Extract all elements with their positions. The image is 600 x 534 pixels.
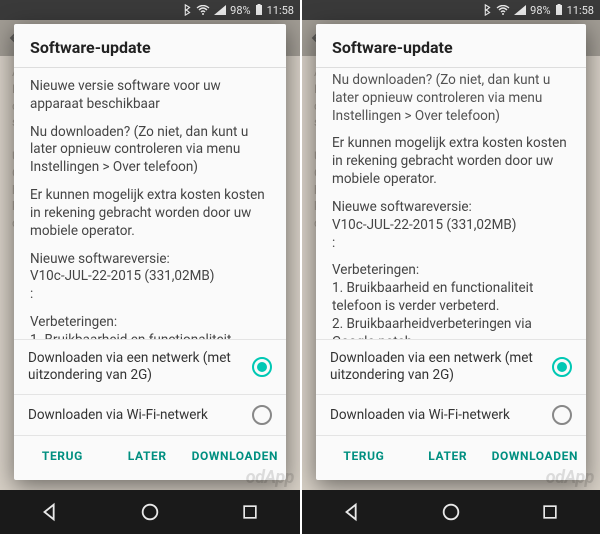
wifi-icon <box>496 5 510 15</box>
android-nav-bar <box>302 490 600 534</box>
status-bar: 98% 11:58 <box>302 0 600 20</box>
dialog-actions: TERUG LATER DOWNLOADEN <box>14 435 286 480</box>
software-update-dialog: Software-update Nieuwe versie software v… <box>14 24 286 480</box>
download-button[interactable]: DOWNLOADEN <box>190 444 280 470</box>
body-paragraph: Nu downloaden? (Zo niet, dan kunt u late… <box>30 124 270 177</box>
dialog-body[interactable]: Nieuwe versie software voor uw apparaat … <box>14 68 286 339</box>
back-button[interactable]: TERUG <box>20 444 105 470</box>
nav-recent-button[interactable] <box>239 501 261 523</box>
nav-home-button[interactable] <box>139 501 161 523</box>
radio-label: Downloaden via een netwerk (met uitzonde… <box>28 350 242 384</box>
status-bar: 98% 11:58 <box>0 0 300 20</box>
phone-left: 98% 11:58 A P d s U G h k d Software-upd… <box>0 0 300 534</box>
radio-label: Downloaden via een netwerk (met uitzonde… <box>330 350 542 384</box>
bluetooth-icon <box>482 4 492 16</box>
body-paragraph: Er kunnen mogelijk extra kosten kosten i… <box>332 135 570 188</box>
wifi-icon <box>196 5 210 15</box>
dialog-title: Software-update <box>14 24 286 67</box>
battery-icon <box>255 4 263 16</box>
later-button[interactable]: LATER <box>406 444 490 470</box>
clock: 11:58 <box>567 4 594 17</box>
signal-icon <box>514 5 526 15</box>
body-paragraph: Nu downloaden? (Zo niet, dan kunt u late… <box>332 72 570 125</box>
battery-icon <box>555 4 563 16</box>
phone-right: 98% 11:58 A P d s U G h k d Software-upd… <box>300 0 600 534</box>
radio-label: Downloaden via Wi-Fi-netwerk <box>28 407 242 424</box>
radio-indicator-selected[interactable] <box>552 357 572 377</box>
radio-option-network[interactable]: Downloaden via een netwerk (met uitzonde… <box>316 339 586 394</box>
battery-percent: 98% <box>230 4 250 17</box>
dialog-actions: TERUG LATER DOWNLOADEN <box>316 435 586 480</box>
body-paragraph: Er kunnen mogelijk extra kosten kosten i… <box>30 187 270 240</box>
body-paragraph: Nieuwe versie software voor uw apparaat … <box>30 78 270 114</box>
dialog-body[interactable]: Nu downloaden? (Zo niet, dan kunt u late… <box>316 68 586 339</box>
dialog-title: Software-update <box>316 24 586 67</box>
clock: 11:58 <box>267 4 294 17</box>
nav-home-button[interactable] <box>440 501 462 523</box>
nav-recent-button[interactable] <box>539 501 561 523</box>
radio-indicator-selected[interactable] <box>252 357 272 377</box>
download-button[interactable]: DOWNLOADEN <box>490 444 580 470</box>
radio-option-network[interactable]: Downloaden via een netwerk (met uitzonde… <box>14 339 286 394</box>
software-update-dialog: Software-update Nu downloaden? (Zo niet,… <box>316 24 586 480</box>
nav-back-button[interactable] <box>341 501 363 523</box>
body-paragraph: Verbeteringen: 1. Bruikbaarheid en funct… <box>332 262 570 339</box>
nav-back-button[interactable] <box>39 501 61 523</box>
battery-percent: 98% <box>530 4 550 17</box>
radio-label: Downloaden via Wi-Fi-netwerk <box>330 407 542 424</box>
radio-option-wifi[interactable]: Downloaden via Wi-Fi-netwerk <box>14 394 286 435</box>
radio-indicator[interactable] <box>252 405 272 425</box>
body-paragraph: Nieuwe softwareversie: V10c-JUL-22-2015 … <box>30 251 270 304</box>
later-button[interactable]: LATER <box>105 444 190 470</box>
bluetooth-icon <box>182 4 192 16</box>
signal-icon <box>214 5 226 15</box>
radio-indicator[interactable] <box>552 405 572 425</box>
body-paragraph: Nieuwe softwareversie: V10c-JUL-22-2015 … <box>332 199 570 252</box>
radio-option-wifi[interactable]: Downloaden via Wi-Fi-netwerk <box>316 394 586 435</box>
back-button[interactable]: TERUG <box>322 444 406 470</box>
android-nav-bar <box>0 490 300 534</box>
body-paragraph: Verbeteringen: 1. Bruikbaarheid en funct… <box>30 314 270 340</box>
